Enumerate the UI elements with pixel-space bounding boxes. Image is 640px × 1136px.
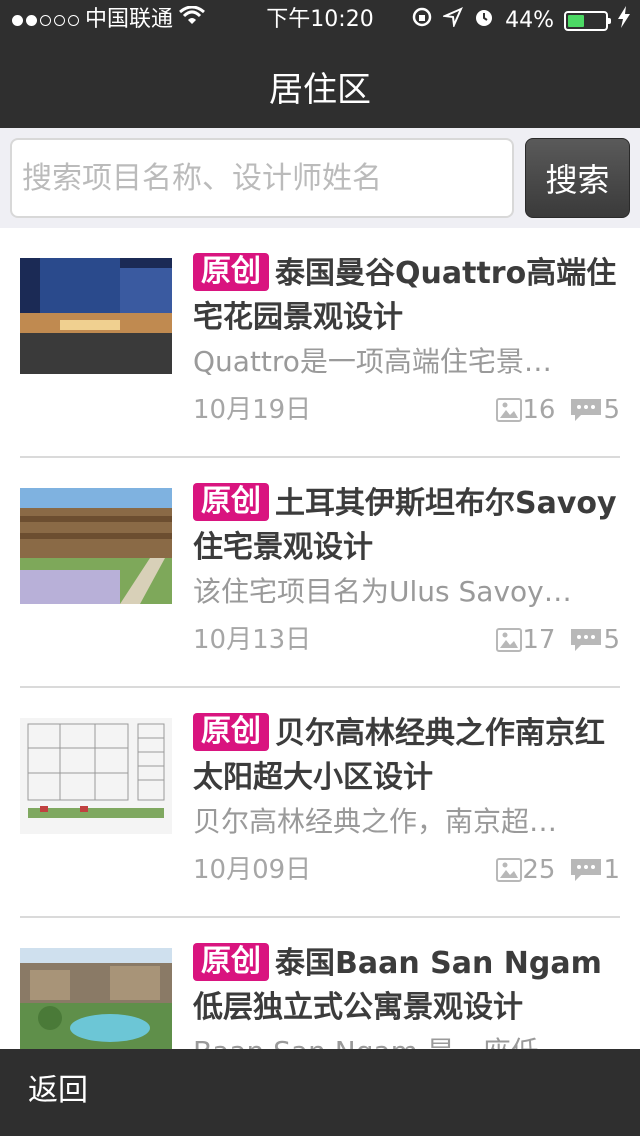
comment-icon (569, 397, 603, 423)
image-count-icon (496, 628, 523, 652)
bottom-bar: 返回 (0, 1049, 640, 1136)
search-button[interactable]: 搜索 (525, 138, 630, 218)
image-count: 16 (522, 395, 556, 425)
project-thumbnail[interactable] (20, 488, 172, 604)
comment-icon (569, 627, 603, 653)
comment-count: 1 (603, 855, 620, 885)
item-date: 10月19日 (193, 395, 312, 425)
item-date: 10月13日 (193, 625, 312, 655)
search-bar: 搜索 (0, 128, 640, 228)
rotation-lock-icon (411, 6, 433, 36)
page-title: 居住区 (269, 70, 371, 110)
project-thumbnail[interactable] (20, 718, 172, 834)
status-bar: 中国联通 下午10:20 44% (0, 0, 640, 40)
battery-icon (564, 11, 611, 31)
item-description: 该住宅项目名为Ulus Savoy… (193, 575, 572, 608)
alarm-icon (473, 6, 495, 36)
image-count: 17 (522, 625, 556, 655)
status-right: 44% (411, 6, 630, 36)
item-title[interactable]: 原创 贝尔高林经典之作南京红太阳超大小区设计 (193, 712, 623, 800)
list-item[interactable]: 原创 泰国曼谷Quattro高端住宅花园景观设计 Quattro是一项高端住宅景…… (0, 228, 640, 458)
image-count-icon (496, 858, 523, 882)
image-count: 25 (522, 855, 556, 885)
comment-count: 5 (603, 625, 620, 655)
item-description: Quattro是一项高端住宅景… (193, 345, 552, 378)
comment-count: 5 (603, 395, 620, 425)
back-button[interactable]: 返回 (28, 1069, 88, 1113)
item-stats: 25 1 (496, 850, 620, 890)
item-stats: 16 5 (496, 390, 620, 430)
item-title[interactable]: 原创 土耳其伊斯坦布尔Savoy住宅景观设计 (193, 482, 623, 570)
project-thumbnail[interactable] (20, 948, 172, 1064)
original-badge: 原创 (193, 713, 269, 751)
battery-fill (568, 15, 584, 27)
item-title[interactable]: 原创 泰国Baan San Ngam低层独立式公寓景观设计 (193, 942, 623, 1030)
item-description: 贝尔高林经典之作，南京超… (193, 805, 558, 838)
location-arrow-icon (441, 7, 464, 35)
comment-icon (569, 857, 603, 883)
original-badge: 原创 (193, 943, 269, 981)
project-thumbnail[interactable] (20, 258, 172, 374)
charging-icon (618, 6, 630, 36)
item-title[interactable]: 原创 泰国曼谷Quattro高端住宅花园景观设计 (193, 252, 623, 340)
item-stats: 17 5 (496, 620, 620, 660)
top-bar: 中国联通 下午10:20 44% 居住区 (0, 0, 640, 128)
list-item[interactable]: 原创 土耳其伊斯坦布尔Savoy住宅景观设计 该住宅项目名为Ulus Savoy…… (0, 458, 640, 688)
search-input[interactable] (10, 138, 514, 218)
item-date: 10月09日 (193, 855, 312, 885)
original-badge: 原创 (193, 253, 269, 291)
original-badge: 原创 (193, 483, 269, 521)
battery-percent: 44% (505, 8, 554, 33)
list-item[interactable]: 原创 贝尔高林经典之作南京红太阳超大小区设计 贝尔高林经典之作，南京超… 10月0… (0, 688, 640, 918)
image-count-icon (496, 398, 523, 422)
